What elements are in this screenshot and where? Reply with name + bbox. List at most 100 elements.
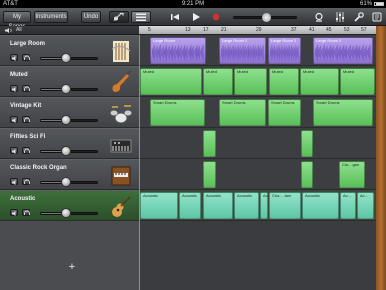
audio-region[interactable]: Large Room 2 <box>268 37 301 64</box>
mute-button[interactable] <box>10 54 18 61</box>
bar-number: 37 <box>291 27 297 33</box>
track-name: Acoustic <box>10 196 36 202</box>
track-header-muted[interactable]: Muted <box>0 66 139 97</box>
headphones-icon <box>24 117 30 122</box>
undo-button[interactable]: Undo <box>81 11 101 23</box>
headphones-icon <box>24 148 30 153</box>
audio-region[interactable]: Large Room 2 <box>219 37 266 64</box>
speaker-icon <box>12 118 16 123</box>
mute-button[interactable] <box>10 209 18 216</box>
mute-button[interactable] <box>10 116 18 123</box>
timeline-ruler[interactable]: 5 13 17 21 29 37 41 45 53 57 <box>139 26 376 35</box>
solo-button[interactable] <box>22 209 30 216</box>
track-header-vintage-kit[interactable]: Vintage Kit <box>0 97 139 128</box>
lane-classic-rock-organ[interactable]: Cla... gan <box>139 159 376 190</box>
rewind-icon[interactable] <box>171 13 180 21</box>
audio-region[interactable]: Aco... <box>260 192 273 219</box>
audio-region[interactable]: Acoustic <box>203 192 233 219</box>
my-songs-button[interactable]: My Songs <box>3 11 31 30</box>
track-volume-knob[interactable] <box>61 146 71 156</box>
audio-region[interactable]: Acoustic <box>140 192 178 219</box>
audio-region[interactable]: Cha... Jam <box>269 192 301 219</box>
speaker-icon <box>12 180 16 185</box>
instrument-view-button[interactable] <box>109 11 129 23</box>
playhead[interactable] <box>139 35 140 290</box>
settings-wrench-icon[interactable] <box>354 12 364 22</box>
battery-icon <box>374 2 384 6</box>
master-volume-knob[interactable] <box>262 13 271 22</box>
lane-vintage-kit[interactable]: Smart Drums Smart Drums Smart Drums Smar… <box>139 97 376 128</box>
solo-button[interactable] <box>22 85 30 92</box>
help-icon[interactable] <box>372 12 382 22</box>
midi-region[interactable]: Muted <box>269 68 299 95</box>
midi-region[interactable]: Cla... gan <box>339 161 365 188</box>
lane-acoustic[interactable]: Acoustic Acoustic Acoustic Acoustic Aco.… <box>139 190 376 221</box>
audio-region[interactable]: Acoustic <box>179 192 201 219</box>
track-header-classic-rock-organ[interactable]: Classic Rock Organ <box>0 159 139 190</box>
track-volume-knob[interactable] <box>61 115 71 125</box>
track-name: Vintage Kit <box>10 103 42 109</box>
arrangement-area[interactable]: 5 13 17 21 29 37 41 45 53 57 Large Room … <box>139 26 376 290</box>
headphones-icon <box>24 86 30 91</box>
speaker-icon <box>12 149 16 154</box>
record-icon[interactable] <box>212 13 220 21</box>
audio-region[interactable]: Ac... <box>340 192 356 219</box>
instruments-button[interactable]: Instruments <box>34 11 68 23</box>
add-track-button[interactable]: + <box>66 261 78 273</box>
drummer-region[interactable]: Smart Drums <box>150 99 205 126</box>
tracks-view-button[interactable] <box>131 11 151 23</box>
metronome-icon[interactable] <box>314 12 324 22</box>
solo-button[interactable] <box>22 54 30 61</box>
drummer-region[interactable]: Smart Drums <box>219 99 266 126</box>
mute-button[interactable] <box>10 85 18 92</box>
organ-icon <box>111 166 131 186</box>
track-header-fifties-sci-fi[interactable]: Fifties Sci Fi <box>0 128 139 159</box>
track-name: Classic Rock Organ <box>10 165 67 171</box>
track-volume-knob[interactable] <box>61 53 71 63</box>
midi-region[interactable] <box>301 130 313 157</box>
wood-side-panel <box>376 26 386 290</box>
drummer-region[interactable]: Smart Drums <box>313 99 373 126</box>
midi-region[interactable]: Muted <box>340 68 375 95</box>
midi-region[interactable]: Muted <box>140 68 202 95</box>
solo-button[interactable] <box>22 147 30 154</box>
clock: 9:21 PM <box>181 1 205 7</box>
mute-button[interactable] <box>10 147 18 154</box>
track-volume-knob[interactable] <box>61 84 71 94</box>
track-header-acoustic[interactable]: Acoustic <box>0 190 139 221</box>
midi-region[interactable]: Muted <box>234 68 267 95</box>
audio-region[interactable]: Acoustic <box>302 192 339 219</box>
midi-region[interactable]: Muted <box>203 68 233 95</box>
midi-region[interactable] <box>301 161 313 188</box>
status-bar: AT&T 9:21 PM 61% <box>0 0 386 8</box>
audio-region[interactable]: Large Room 2 <box>313 37 373 64</box>
midi-region[interactable] <box>203 130 216 157</box>
string-ensemble-icon <box>111 41 131 62</box>
lane-fifties-sci-fi[interactable] <box>139 128 376 159</box>
speaker-icon <box>12 56 16 61</box>
mixer-icon[interactable] <box>335 12 345 22</box>
track-volume-knob[interactable] <box>61 208 71 218</box>
solo-button[interactable] <box>22 178 30 185</box>
audio-region[interactable]: Ac... <box>357 192 374 219</box>
bar-number: 13 <box>185 27 191 33</box>
bar-number: 29 <box>256 27 262 33</box>
drummer-region[interactable]: Smart Drums <box>268 99 301 126</box>
midi-region[interactable] <box>203 161 216 188</box>
audio-region[interactable]: Large Room <box>150 37 206 64</box>
lane-large-room[interactable]: Large Room Large Room 2 Large Room 2 Lar… <box>139 35 376 66</box>
track-volume-knob[interactable] <box>61 177 71 187</box>
headphones-icon <box>24 210 30 215</box>
play-icon[interactable] <box>192 13 200 21</box>
lane-muted[interactable]: Muted Muted Muted Muted Muted Muted <box>139 66 376 97</box>
battery-percent: 61% <box>359 1 372 7</box>
speaker-icon <box>12 211 16 216</box>
speaker-icon[interactable] <box>5 28 13 33</box>
midi-region[interactable]: Muted <box>300 68 339 95</box>
drum-kit-icon <box>110 105 132 124</box>
audio-region[interactable]: Acoustic <box>234 192 259 219</box>
headphones-icon <box>24 179 30 184</box>
mute-button[interactable] <box>10 178 18 185</box>
solo-button[interactable] <box>22 116 30 123</box>
track-header-large-room[interactable]: Large Room <box>0 35 139 66</box>
